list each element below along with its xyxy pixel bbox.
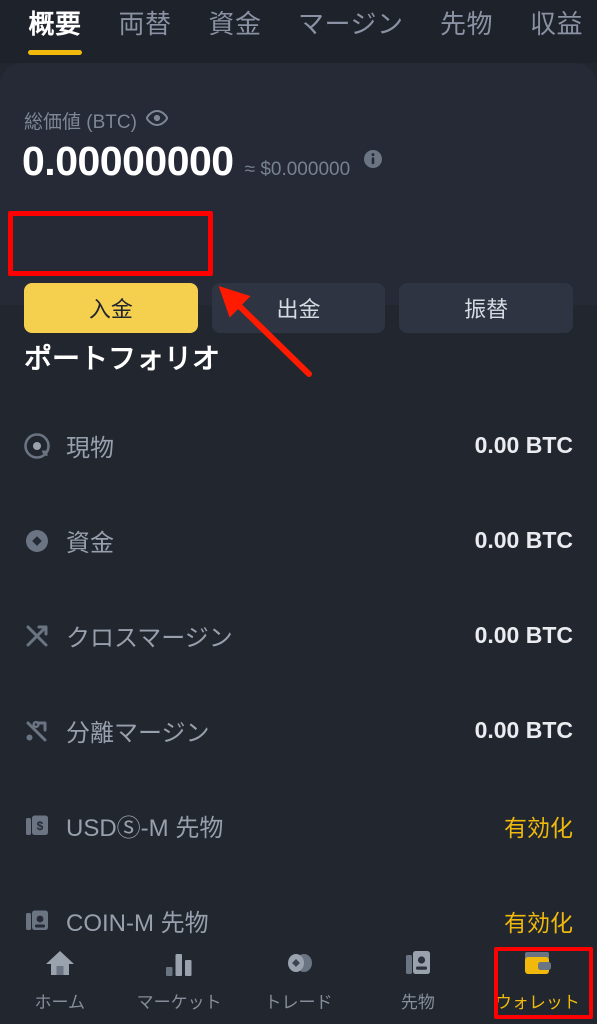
tab-label: マージン [298, 9, 404, 39]
cross-margin-icon [24, 623, 50, 649]
deposit-button[interactable]: 入金 [24, 283, 198, 333]
tab-active-underline [118, 50, 172, 55]
nav-item-label: 先物 [400, 992, 435, 1012]
nav-item-label: マーケット [136, 992, 222, 1012]
balance-fiat-approx: ≈ $0.000000 [244, 159, 351, 180]
tab-label: 概要 [28, 9, 82, 39]
portfolio-row-name: 資金 [66, 530, 114, 557]
spot-icon [24, 432, 50, 459]
portfolio-row-left: 現物 [24, 428, 114, 463]
market-icon [162, 947, 196, 979]
balance-label-row: 総価値 (BTC) [24, 107, 168, 134]
tab-active-underline [28, 50, 82, 55]
tab-earn[interactable]: 収益 [529, 0, 583, 63]
total-balance-card: 総価値 (BTC) 0.00000000 ≈ $0.000000 [0, 63, 597, 305]
svg-text:$: $ [37, 819, 44, 833]
nav-item-label: ホーム [34, 992, 85, 1012]
funding-icon [24, 528, 50, 554]
portfolio-row-isolated-margin[interactable]: 分離マージン 0.00 BTC [0, 683, 597, 778]
portfolio-row-left: クロスマージン [24, 618, 233, 653]
tab-label: 収益 [529, 9, 583, 39]
portfolio-row-name: USDⓈ-M 先物 [66, 815, 224, 842]
transfer-button[interactable]: 振替 [399, 283, 574, 333]
nav-item-trade[interactable]: トレード [239, 935, 358, 1024]
tab-funding[interactable]: 資金 [208, 0, 262, 63]
portfolio-row-name: COIN-M 先物 [66, 910, 209, 937]
portfolio-row-value: 0.00 BTC [474, 717, 573, 743]
balance-label: 総価値 (BTC) [24, 112, 137, 133]
tab-convert[interactable]: 両替 [118, 0, 172, 63]
futures-icon [401, 947, 435, 979]
tab-label: 資金 [208, 9, 262, 39]
trade-icon [282, 947, 316, 979]
portfolio-row-left: $ USDⓈ-M 先物 [24, 808, 223, 843]
tab-active-underline [439, 50, 493, 55]
portfolio-title: ポートフォリオ [24, 343, 221, 374]
tab-active-underline [324, 50, 378, 55]
nav-item-futures[interactable]: 先物 [358, 935, 477, 1024]
eye-icon[interactable] [145, 109, 168, 131]
tab-active-underline [208, 50, 262, 55]
portfolio-row-usds-m-futures[interactable]: $ USDⓈ-M 先物 有効化 [0, 778, 597, 873]
balance-amount: 0.00000000 [22, 138, 234, 184]
top-tab-bar: 概要 両替 資金 マージン 先物 収益 [0, 0, 597, 63]
withdraw-button[interactable]: 出金 [211, 283, 386, 333]
isolated-margin-icon [24, 718, 50, 744]
tab-label: 先物 [439, 9, 493, 39]
portfolio-row-left: COIN-M 先物 [24, 903, 209, 938]
wallet-icon [520, 947, 554, 979]
portfolio-row-value: 0.00 BTC [474, 622, 573, 648]
portfolio-row-spot[interactable]: 現物 0.00 BTC [0, 398, 597, 493]
portfolio-list: 現物 0.00 BTC 資金 0.00 BTC クロスマージン 0.00 BTC… [0, 398, 597, 968]
tab-margin[interactable]: マージン [298, 0, 403, 63]
portfolio-row-funding[interactable]: 資金 0.00 BTC [0, 493, 597, 588]
home-icon [43, 947, 77, 979]
portfolio-row-name: 現物 [66, 435, 114, 462]
portfolio-row-name: 分離マージン [66, 720, 210, 747]
tab-label: 両替 [118, 9, 172, 39]
info-icon[interactable] [363, 149, 383, 174]
coin-m-futures-icon [24, 908, 50, 934]
portfolio-row-left: 分離マージン [24, 713, 210, 748]
portfolio-row-value: 0.00 BTC [474, 432, 573, 458]
balance-value-row: 0.00000000 ≈ $0.000000 [22, 141, 383, 182]
wallet-action-buttons: 入金 出金 振替 [0, 283, 597, 333]
nav-item-label: ウォレット [494, 992, 580, 1012]
tab-futures[interactable]: 先物 [439, 0, 493, 63]
portfolio-row-name: クロスマージン [66, 625, 233, 652]
usds-m-futures-icon: $ [24, 813, 50, 839]
nav-item-wallet[interactable]: ウォレット [478, 935, 597, 1024]
portfolio-row-cross-margin[interactable]: クロスマージン 0.00 BTC [0, 588, 597, 683]
nav-item-market[interactable]: マーケット [119, 935, 238, 1024]
tab-overview[interactable]: 概要 [28, 0, 82, 63]
bottom-navigation-bar: ホーム マーケット トレード 先物 ウォレット [0, 935, 597, 1024]
nav-item-label: トレード [264, 992, 333, 1012]
portfolio-row-value[interactable]: 有効化 [504, 809, 573, 843]
portfolio-row-value[interactable]: 有効化 [504, 904, 573, 938]
nav-item-home[interactable]: ホーム [0, 935, 119, 1024]
portfolio-row-value: 0.00 BTC [474, 527, 573, 553]
portfolio-row-left: 資金 [24, 523, 114, 558]
tab-active-underline [529, 50, 583, 55]
